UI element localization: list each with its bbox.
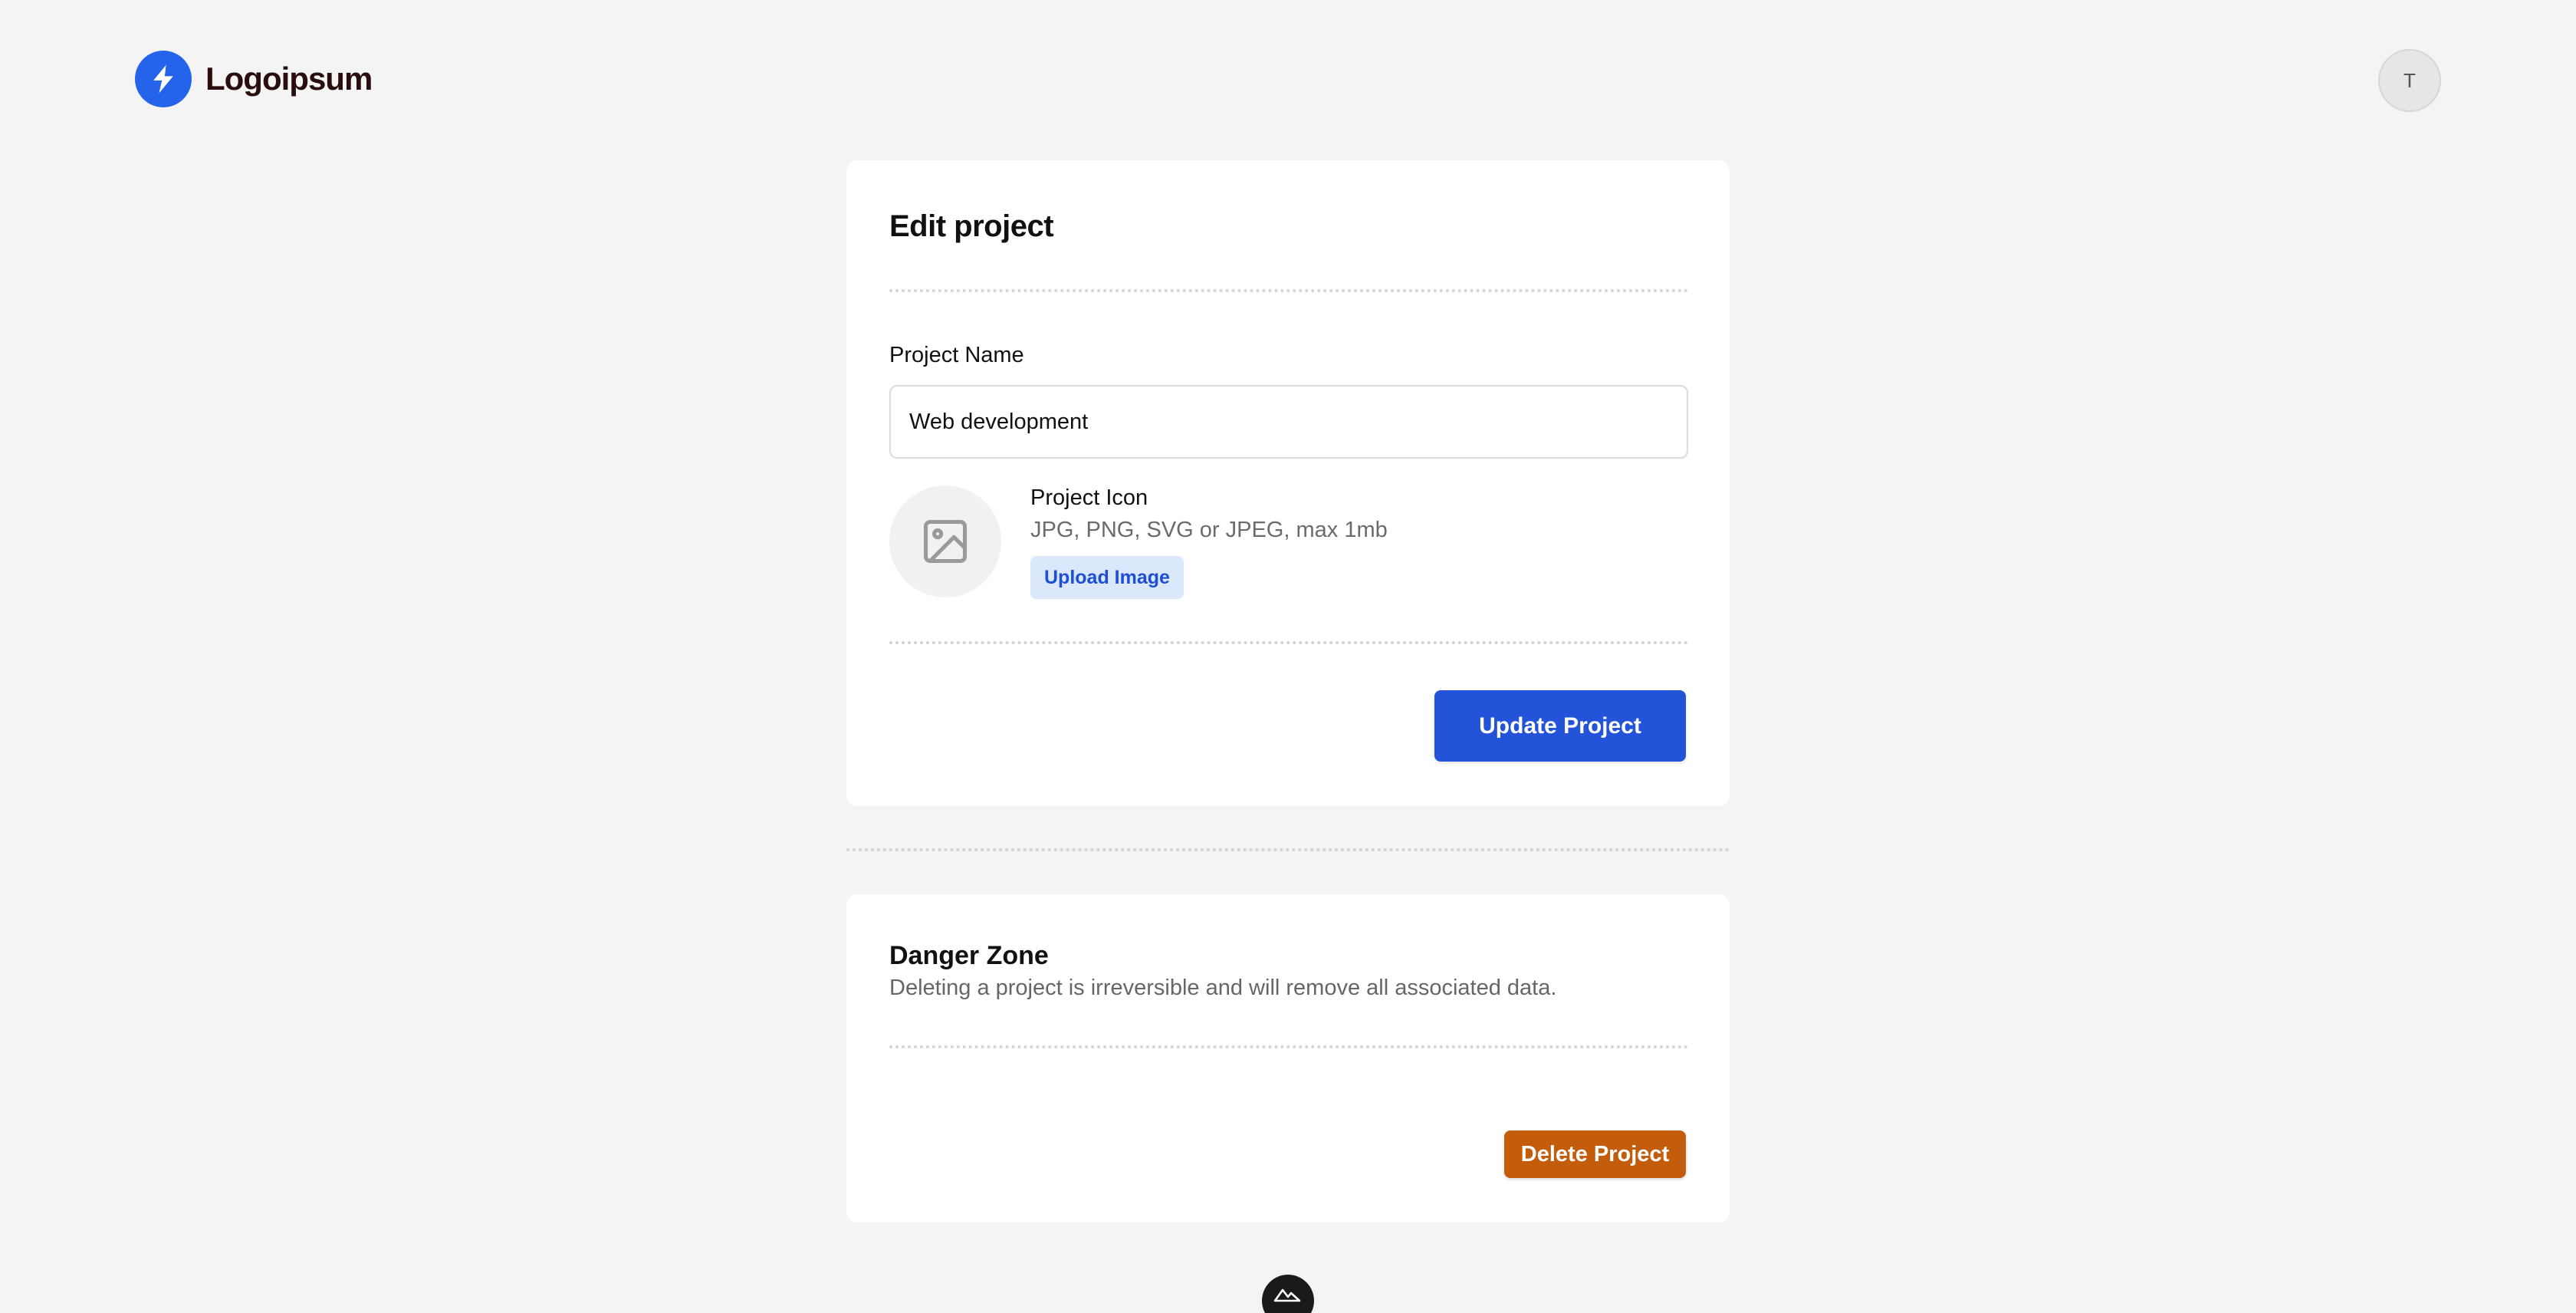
- project-name-label: Project Name: [889, 343, 1024, 367]
- project-name-input[interactable]: [889, 385, 1688, 459]
- danger-zone-title: Danger Zone: [889, 941, 1049, 970]
- project-icon-hint: JPG, PNG, SVG or JPEG, max 1mb: [1030, 518, 1388, 542]
- mountain-logo-icon: [1273, 1288, 1301, 1302]
- section-divider: [846, 848, 1730, 851]
- project-icon-label: Project Icon: [1030, 485, 1148, 510]
- update-project-button[interactable]: Update Project: [1434, 690, 1686, 762]
- danger-zone-description: Deleting a project is irreversible and w…: [889, 976, 1557, 1000]
- danger-zone-card: Danger Zone Deleting a project is irreve…: [846, 894, 1730, 1223]
- upload-image-button[interactable]: Upload Image: [1030, 556, 1184, 599]
- page-title: Edit project: [889, 209, 1054, 243]
- logo[interactable]: Logoipsum: [135, 51, 373, 107]
- image-placeholder-icon: [889, 485, 1001, 597]
- lightning-bolt-icon: [135, 51, 192, 107]
- devtools-badge[interactable]: [1262, 1275, 1314, 1313]
- user-avatar[interactable]: T: [2378, 49, 2441, 112]
- logo-text: Logoipsum: [205, 61, 373, 97]
- divider: [889, 641, 1688, 644]
- delete-project-button[interactable]: Delete Project: [1504, 1130, 1686, 1178]
- edit-project-card: Edit project Project Name Project Icon J…: [846, 160, 1730, 806]
- divider: [889, 1045, 1688, 1048]
- divider: [889, 289, 1688, 292]
- page: Logoipsum T Edit project Project Name Pr…: [0, 0, 2576, 1313]
